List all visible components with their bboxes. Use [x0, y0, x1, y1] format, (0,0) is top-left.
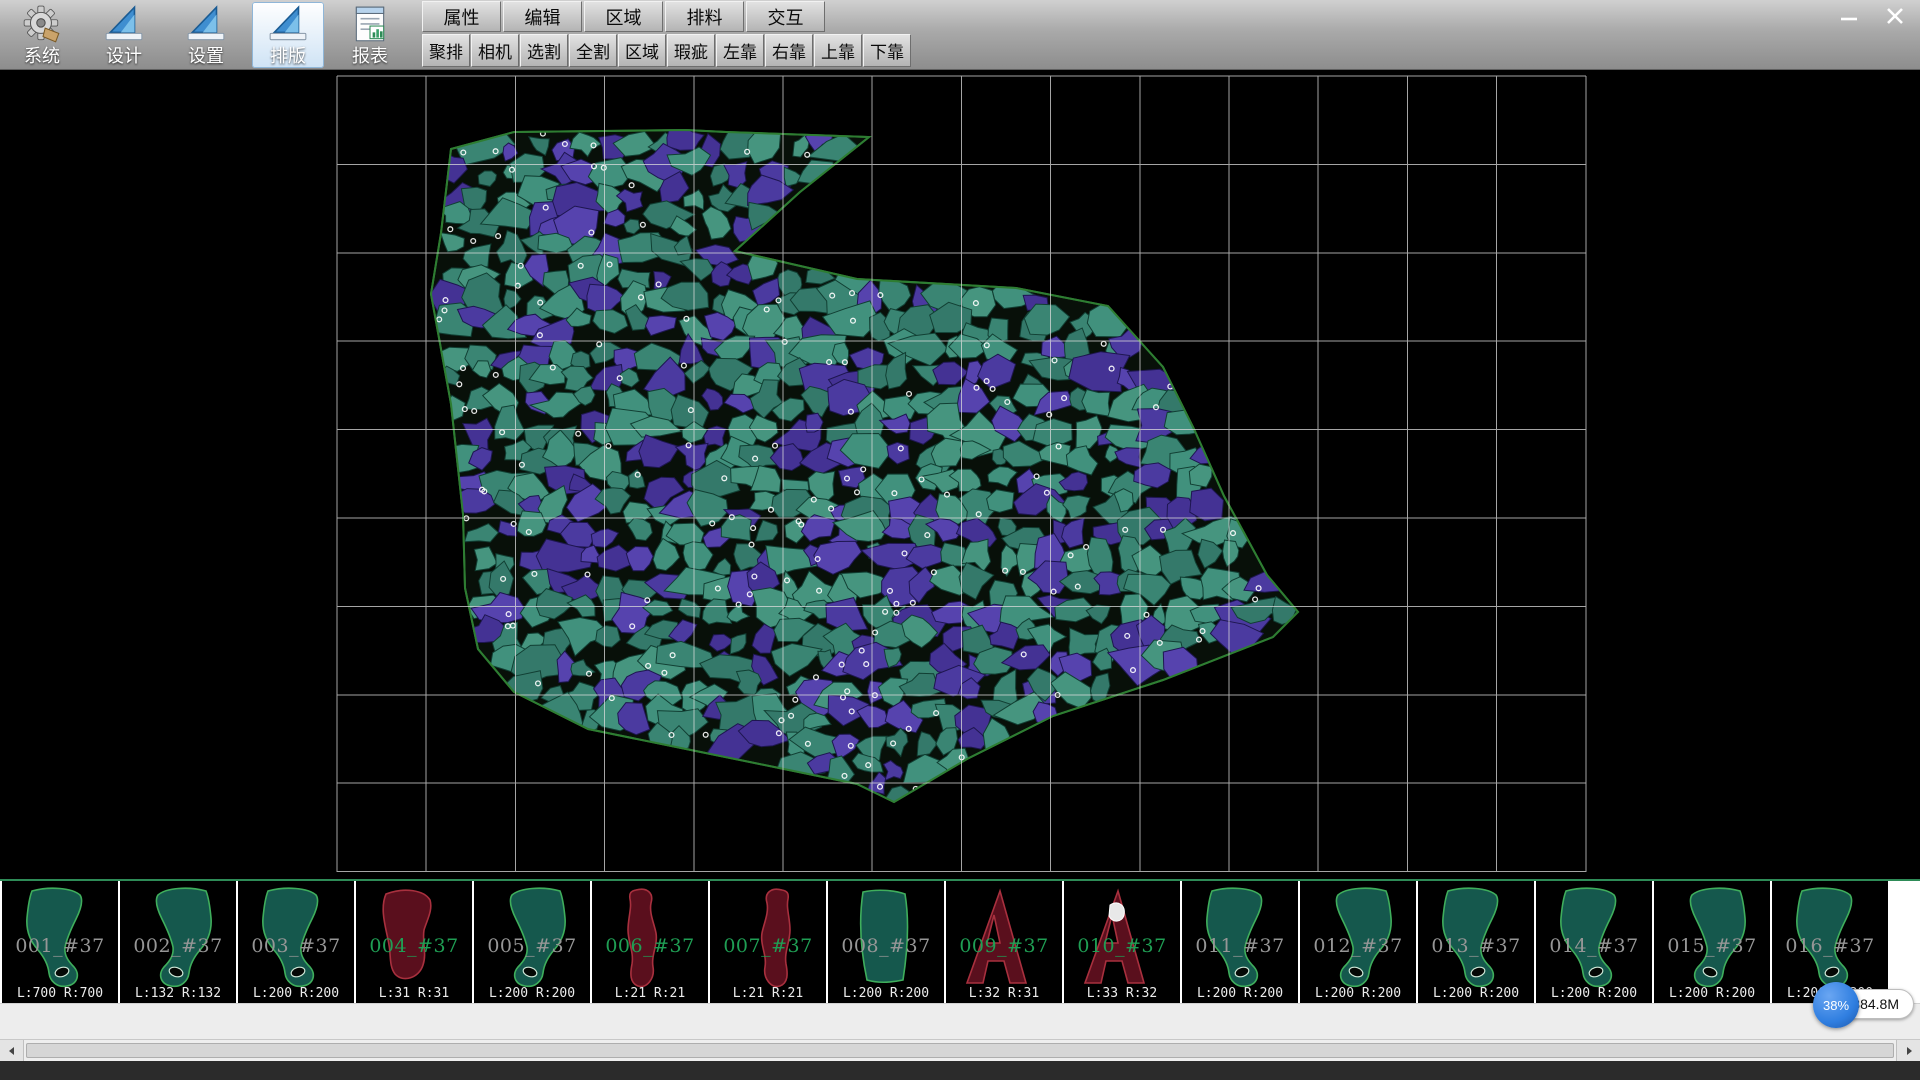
piece-lr-label: L:33 R:32	[1064, 986, 1180, 1001]
sail-icon	[103, 4, 145, 46]
piece-thumbnail[interactable]: 010_#37 L:33 R:32	[1064, 881, 1180, 1003]
piece-lr-label: L:200 R:200	[1300, 986, 1416, 1001]
scroll-left-icon	[6, 1045, 18, 1057]
piece-thumbnail[interactable]: 012_#37 L:200 R:200	[1300, 881, 1416, 1003]
piece-thumbnail-panel: 001_#37L:700 R:700002_#37L:132 R:132003_…	[0, 879, 1920, 1003]
nesting-canvas[interactable]	[0, 70, 1920, 879]
piece-thumbnail[interactable]: 001_#37 L:700 R:700	[2, 881, 118, 1003]
piece-id-label: 012_#37	[1300, 935, 1416, 957]
menu-tabs: 属性编辑区域排料交互	[422, 0, 912, 32]
piece-id-label: 001_#37	[2, 935, 118, 957]
minimize-button[interactable]	[1834, 4, 1864, 28]
piece-lr-label: L:200 R:200	[1418, 986, 1534, 1001]
piece-lr-label: L:700 R:700	[2, 986, 118, 1001]
tool-button-cluster-nest[interactable]: 聚排	[422, 34, 470, 67]
piece-lr-label: L:21 R:21	[710, 986, 826, 1001]
close-button[interactable]	[1880, 4, 1910, 28]
app-button-label: 设置	[188, 46, 224, 67]
piece-lr-label: L:32 R:31	[946, 986, 1062, 1001]
gear-icon	[21, 4, 63, 46]
app-button-system[interactable]: 系统	[6, 2, 78, 68]
tool-button-defect[interactable]: 瑕疵	[667, 34, 715, 67]
status-row	[0, 1003, 1920, 1039]
minimize-icon	[1836, 6, 1862, 26]
piece-id-label: 003_#37	[238, 935, 354, 957]
piece-id-label: 016_#37	[1772, 935, 1888, 957]
piece-id-label: 007_#37	[710, 935, 826, 957]
piece-id-label: 010_#37	[1064, 935, 1180, 957]
piece-lr-label: L:200 R:200	[238, 986, 354, 1001]
piece-id-label: 014_#37	[1536, 935, 1652, 957]
piece-lr-label: L:200 R:200	[1182, 986, 1298, 1001]
tool-button-camera[interactable]: 相机	[471, 34, 519, 67]
piece-id-label: 015_#37	[1654, 935, 1770, 957]
report-icon	[349, 4, 391, 46]
piece-lr-label: L:200 R:200	[1536, 986, 1652, 1001]
sail-icon	[185, 4, 227, 46]
memory-status: 384.8M 38%	[1654, 980, 1914, 1032]
bottom-strip	[0, 1061, 1920, 1080]
piece-lr-label: L:132 R:132	[120, 986, 236, 1001]
piece-thumbnail[interactable]: 013_#37 L:200 R:200	[1418, 881, 1534, 1003]
piece-id-label: 013_#37	[1418, 935, 1534, 957]
piece-id-label: 005_#37	[474, 935, 590, 957]
tool-button-select-cut[interactable]: 选割	[520, 34, 568, 67]
menu-tab-interact[interactable]: 交互	[746, 1, 825, 32]
menu-tab-region[interactable]: 区域	[584, 1, 663, 32]
piece-lr-label: L:31 R:31	[356, 986, 472, 1001]
menu-area: 属性编辑区域排料交互 聚排相机选割全割区域瑕疵左靠右靠上靠下靠	[422, 0, 912, 67]
piece-thumbnail[interactable]: 008_#37 L:200 R:200	[828, 881, 944, 1003]
app-button-settings[interactable]: 设置	[170, 2, 242, 68]
close-icon	[1882, 6, 1908, 26]
tool-button-align-bottom[interactable]: 下靠	[863, 34, 911, 67]
menu-tab-edit[interactable]: 编辑	[503, 1, 582, 32]
nesting-canvas-drawing[interactable]	[0, 70, 1920, 879]
piece-id-label: 008_#37	[828, 935, 944, 957]
tool-button-align-top[interactable]: 上靠	[814, 34, 862, 67]
piece-lr-label: L:200 R:200	[828, 986, 944, 1001]
app-button-label: 设计	[106, 46, 142, 67]
piece-thumbnail[interactable]: 006_#37 L:21 R:21	[592, 881, 708, 1003]
piece-id-label: 006_#37	[592, 935, 708, 957]
piece-thumbnail[interactable]: 005_#37 L:200 R:200	[474, 881, 590, 1003]
scroll-right-button[interactable]	[1896, 1040, 1920, 1061]
piece-lr-label: L:21 R:21	[592, 986, 708, 1001]
piece-thumbnail[interactable]: 002_#37 L:132 R:132	[120, 881, 236, 1003]
piece-thumbnail[interactable]: 009_#37 L:32 R:31	[946, 881, 1062, 1003]
app-button-design[interactable]: 设计	[88, 2, 160, 68]
app-button-label: 系统	[24, 46, 60, 67]
progress-badge: 38%	[1813, 982, 1859, 1028]
title-toolbar: 系统设计设置排版报表 属性编辑区域排料交互 聚排相机选割全割区域瑕疵左靠右靠上靠…	[0, 0, 1920, 70]
tool-button-align-right[interactable]: 右靠	[765, 34, 813, 67]
piece-id-label: 009_#37	[946, 935, 1062, 957]
piece-thumbnail[interactable]: 014_#37 L:200 R:200	[1536, 881, 1652, 1003]
app-button-nesting[interactable]: 排版	[252, 2, 324, 68]
piece-thumbnail[interactable]: 003_#37 L:200 R:200	[238, 881, 354, 1003]
tool-button-cut-all[interactable]: 全割	[569, 34, 617, 67]
piece-id-label: 002_#37	[120, 935, 236, 957]
menu-tab-properties[interactable]: 属性	[422, 1, 501, 32]
menu-tab-nest[interactable]: 排料	[665, 1, 744, 32]
window-controls	[1834, 4, 1910, 28]
horizontal-scrollbar	[0, 1039, 1920, 1061]
scroll-left-button[interactable]	[0, 1040, 24, 1061]
tool-button-zone[interactable]: 区域	[618, 34, 666, 67]
tool-buttons: 聚排相机选割全割区域瑕疵左靠右靠上靠下靠	[422, 32, 912, 67]
app-button-label: 报表	[352, 46, 388, 67]
piece-thumbnail[interactable]: 007_#37 L:21 R:21	[710, 881, 826, 1003]
app-button-report[interactable]: 报表	[334, 2, 406, 68]
piece-id-label: 011_#37	[1182, 935, 1298, 957]
piece-lr-label: L:200 R:200	[474, 986, 590, 1001]
scrollbar-thumb[interactable]	[26, 1043, 1894, 1058]
piece-thumbnail[interactable]: 011_#37 L:200 R:200	[1182, 881, 1298, 1003]
piece-id-label: 004_#37	[356, 935, 472, 957]
tool-button-align-left[interactable]: 左靠	[716, 34, 764, 67]
sail-icon	[267, 4, 309, 46]
piece-thumbnail[interactable]: 004_#37 L:31 R:31	[356, 881, 472, 1003]
scroll-right-icon	[1903, 1045, 1915, 1057]
app-toolbar: 系统 设计 设置 排版 报表	[6, 0, 406, 70]
app-button-label: 排版	[270, 46, 306, 67]
